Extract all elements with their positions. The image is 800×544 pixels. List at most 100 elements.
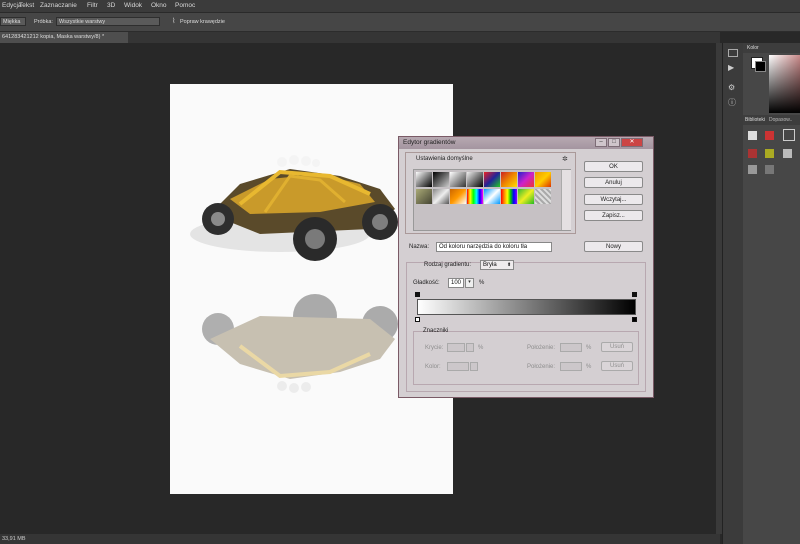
save-button[interactable]: Zapisz...	[584, 210, 643, 221]
adjust-icon[interactable]: ⚙	[728, 83, 735, 92]
ok-button[interactable]: OK	[584, 161, 643, 172]
opacity-unit: %	[478, 345, 484, 351]
color-stop-left[interactable]	[415, 317, 420, 322]
adjust-brightness-icon[interactable]	[748, 131, 757, 140]
opacity-stop-left[interactable]	[415, 292, 420, 297]
menu-bar: Edycja Tekst Zaznaczanie Filtr 3D Widok …	[0, 0, 800, 13]
adjust-curves-icon[interactable]	[783, 129, 795, 141]
presets-grid	[413, 169, 571, 231]
color-dropdown[interactable]	[470, 362, 478, 371]
preset-swatch[interactable]	[450, 172, 466, 187]
smoothness-dropdown-icon[interactable]: ▾	[465, 278, 474, 288]
preset-swatch[interactable]	[535, 189, 551, 204]
color-stop-right[interactable]	[632, 317, 637, 322]
smoothness-input[interactable]: 100	[448, 278, 464, 288]
minimize-icon[interactable]: –	[595, 138, 607, 147]
preset-swatch[interactable]	[416, 172, 432, 187]
adjust-invert-icon[interactable]	[748, 165, 757, 174]
menu-text[interactable]: Tekst	[19, 2, 34, 9]
preset-swatch[interactable]	[467, 189, 483, 204]
name-label: Nazwa:	[409, 244, 430, 250]
color-panel-header: Kolor	[743, 43, 800, 53]
color-label: Kolor:	[425, 364, 441, 370]
location2-label: Położenie:	[527, 364, 556, 370]
presets-scrollbar[interactable]	[561, 170, 571, 230]
close-icon[interactable]: ✕	[621, 138, 643, 147]
location-input[interactable]	[560, 343, 582, 352]
enhance-edge-icon[interactable]: ⌇	[172, 17, 175, 25]
doc-size-text: 33,91 MB	[2, 536, 26, 542]
new-button[interactable]: Nowy	[584, 241, 643, 252]
gradient-preview-bar[interactable]	[417, 299, 636, 315]
adjust-tab[interactable]: Dopasow..	[769, 117, 792, 123]
color-spectrum[interactable]	[769, 55, 800, 113]
gradient-type-select[interactable]: Bryła ⬍	[480, 260, 514, 270]
dialog-title: Edytor gradientów	[403, 139, 456, 146]
adjust-balance-icon[interactable]	[765, 149, 774, 158]
gradient-type-label: Rodzaj gradientu:	[424, 262, 472, 268]
preset-swatch[interactable]	[518, 172, 534, 187]
stops-group	[413, 331, 639, 385]
opacity-stop-right[interactable]	[632, 292, 637, 297]
library-tab[interactable]: Biblioteki	[745, 117, 765, 123]
menu-filter[interactable]: Filtr	[87, 2, 98, 9]
preset-swatch[interactable]	[484, 189, 500, 204]
menu-help[interactable]: Pomoc	[175, 2, 195, 9]
enhance-edge-label[interactable]: Popraw krawędzie	[180, 19, 225, 25]
presets-gear-icon[interactable]: ✲	[562, 155, 568, 163]
smoothness-unit: %	[479, 280, 485, 286]
menu-select[interactable]: Zaznaczanie	[40, 2, 77, 9]
options-bar: Miękka Próbka: Wszystkie warstwy ⌇ Popra…	[0, 13, 800, 32]
play-icon[interactable]: ▶	[728, 63, 734, 72]
chevron-updown-icon: ⬍	[507, 262, 512, 268]
dialog-titlebar[interactable]: Edytor gradientów – □ ✕	[399, 137, 653, 149]
preset-swatch[interactable]	[467, 172, 483, 187]
sample-label: Próbka:	[34, 19, 53, 25]
preset-swatch[interactable]	[484, 172, 500, 187]
tool-select-dropdown[interactable]: Miękka	[0, 17, 26, 26]
cancel-button[interactable]: Anuluj	[584, 177, 643, 188]
load-button[interactable]: Wczytaj...	[584, 194, 643, 205]
background-swatch[interactable]	[755, 61, 766, 72]
delete-opacity-stop-button[interactable]: Usuń	[601, 342, 633, 352]
adjust-hue-icon[interactable]	[748, 149, 757, 158]
color-swatch-field[interactable]	[447, 362, 469, 371]
sample-dropdown[interactable]: Wszystkie warstwy	[56, 17, 160, 26]
location-unit: %	[586, 345, 592, 351]
opacity-input[interactable]	[447, 343, 465, 352]
delete-color-stop-button[interactable]: Usuń	[601, 361, 633, 371]
preset-swatch[interactable]	[433, 172, 449, 187]
preset-swatch[interactable]	[501, 172, 517, 187]
name-input[interactable]: Od koloru narzędzia do koloru tła	[436, 242, 552, 252]
gradient-editor-dialog: Edytor gradientów – □ ✕ Ustawienia domyś…	[398, 136, 654, 398]
preset-swatch[interactable]	[450, 189, 466, 204]
sample-value: Wszystkie warstwy	[59, 19, 106, 25]
presets-label: Ustawienia domyślne	[416, 156, 473, 162]
adjust-threshold-icon[interactable]	[765, 165, 774, 174]
adjust-levels-icon[interactable]	[765, 131, 774, 140]
menu-window[interactable]: Okno	[151, 2, 167, 9]
library-panel-header: Biblioteki Dopasow..	[743, 115, 800, 125]
opacity-dropdown[interactable]	[466, 343, 474, 352]
menu-view[interactable]: Widok	[124, 2, 142, 9]
gradient-type-value: Bryła	[483, 262, 497, 268]
menu-3d[interactable]: 3D	[107, 2, 115, 9]
preset-swatch[interactable]	[416, 189, 432, 204]
document-tab[interactable]: 641283421212 kopia, Maska warstwy/8) *	[0, 32, 128, 43]
color-tab[interactable]: Kolor	[747, 45, 759, 51]
preset-swatch[interactable]	[535, 172, 551, 187]
status-bar: 33,91 MB	[0, 534, 720, 544]
location2-input[interactable]	[560, 362, 582, 371]
adjust-bw-icon[interactable]	[783, 149, 792, 158]
location2-unit: %	[586, 364, 592, 370]
preset-swatch[interactable]	[501, 189, 517, 204]
maximize-icon[interactable]: □	[608, 138, 620, 147]
location-label: Położenie:	[527, 345, 556, 351]
history-icon[interactable]	[728, 49, 738, 57]
preset-swatch[interactable]	[518, 189, 534, 204]
stops-label: Znaczniki	[423, 328, 449, 334]
preset-swatch[interactable]	[433, 189, 449, 204]
opacity-label: Krycie:	[425, 345, 444, 351]
document-tab-title: 641283421212 kopia, Maska warstwy/8) *	[2, 34, 105, 40]
info-icon[interactable]: ⓘ	[728, 97, 736, 108]
